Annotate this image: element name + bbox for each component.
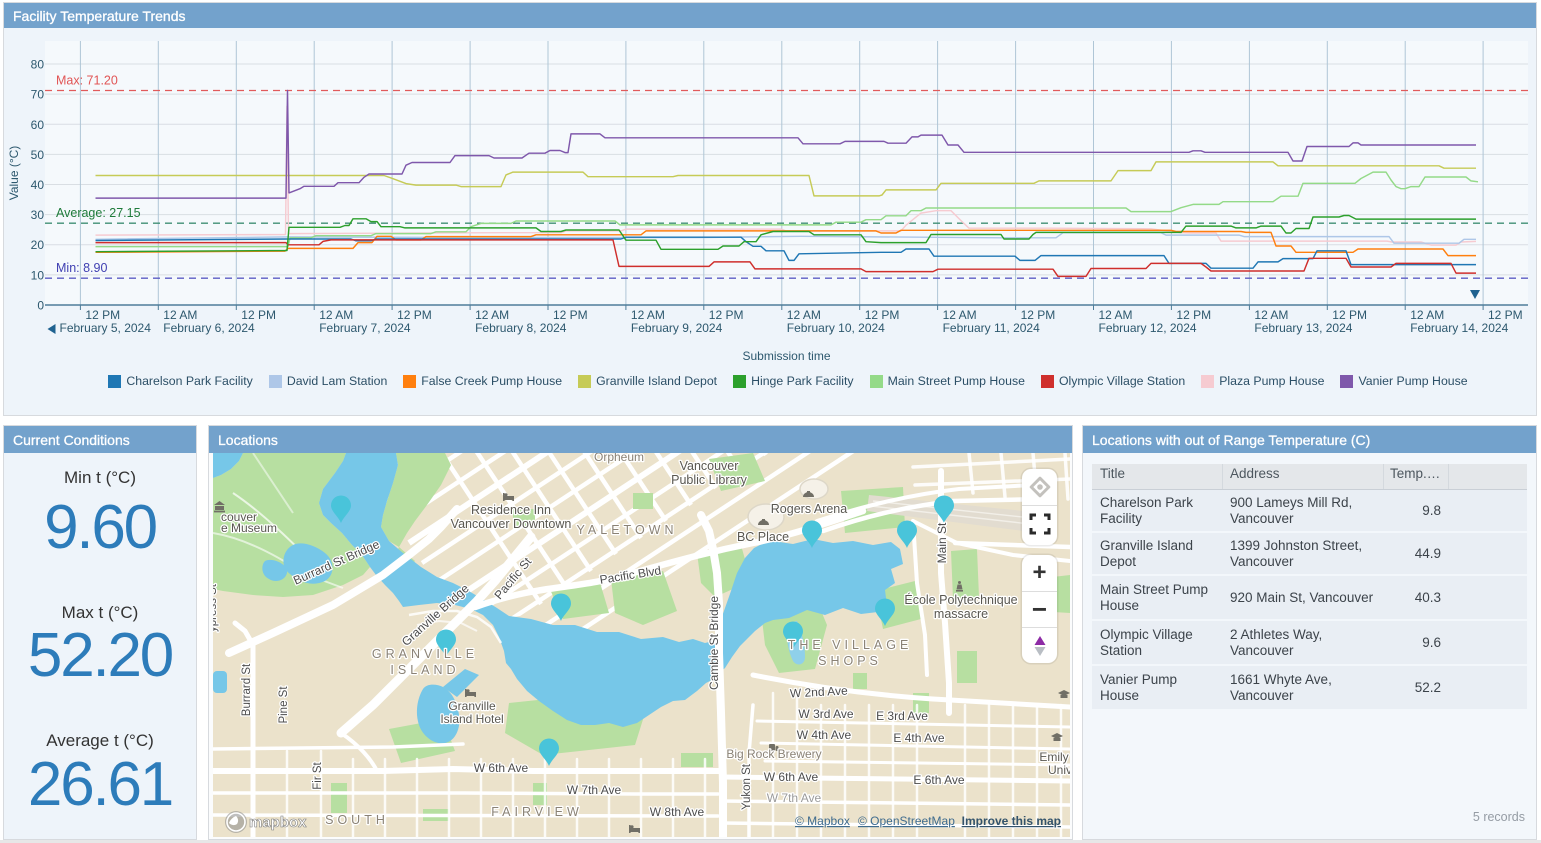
svg-text:Average: 27.15: Average: 27.15 <box>56 206 141 220</box>
svg-text:BC Place: BC Place <box>737 530 789 544</box>
svg-text:SOUTH: SOUTH <box>325 813 389 827</box>
svg-text:Orpheum: Orpheum <box>594 453 644 464</box>
svg-text:ypress St: ypress St <box>213 583 219 632</box>
svg-text:Cambie St Bridge: Cambie St Bridge <box>707 596 721 690</box>
svg-text:Yukon St: Yukon St <box>741 763 753 810</box>
svg-text:February 10, 2024: February 10, 2024 <box>787 321 885 335</box>
svg-text:Pine St: Pine St <box>278 686 290 724</box>
svg-text:February 11, 2024: February 11, 2024 <box>943 321 1040 335</box>
svg-text:80: 80 <box>31 58 45 72</box>
svg-text:Main St: Main St <box>935 522 949 563</box>
svg-text:Residence Inn: Residence Inn <box>471 503 551 517</box>
svg-text:12 PM: 12 PM <box>241 308 276 322</box>
svg-text:massacre: massacre <box>934 607 988 621</box>
svg-text:February 9, 2024: February 9, 2024 <box>631 321 723 335</box>
svg-text:12 AM: 12 AM <box>319 308 353 322</box>
svg-text:Big Rock Brewery: Big Rock Brewery <box>726 747 821 761</box>
svg-text:60: 60 <box>31 118 45 132</box>
svg-text:GRANVILLE: GRANVILLE <box>372 647 478 661</box>
svg-text:Vancouver Downtown: Vancouver Downtown <box>451 517 572 531</box>
svg-text:THE VILLAGE: THE VILLAGE <box>788 638 913 652</box>
svg-text:12 PM: 12 PM <box>85 308 120 322</box>
svg-text:February 8, 2024: February 8, 2024 <box>475 321 567 335</box>
svg-text:W 6th Ave: W 6th Ave <box>764 770 819 784</box>
svg-text:February 7, 2024: February 7, 2024 <box>319 321 411 335</box>
svg-text:W 7th Ave: W 7th Ave <box>767 791 822 805</box>
svg-text:Island Hotel: Island Hotel <box>440 712 503 726</box>
svg-text:SHOPS: SHOPS <box>818 654 882 668</box>
svg-text:W 4th Ave: W 4th Ave <box>797 728 852 742</box>
svg-text:12 AM: 12 AM <box>1099 308 1133 322</box>
svg-text:W 6th Ave: W 6th Ave <box>474 761 529 775</box>
svg-text:0: 0 <box>37 299 44 313</box>
svg-text:12 AM: 12 AM <box>787 308 821 322</box>
svg-text:Emily: Emily <box>1039 750 1068 764</box>
svg-text:Submission time: Submission time <box>742 349 830 363</box>
svg-text:12 AM: 12 AM <box>1410 308 1444 322</box>
svg-text:12 PM: 12 PM <box>1176 308 1211 322</box>
svg-text:École Polytechnique: École Polytechnique <box>904 592 1017 607</box>
svg-text:© Mapbox: © Mapbox <box>795 814 850 828</box>
svg-text:50: 50 <box>31 148 45 162</box>
svg-text:YALETOWN: YALETOWN <box>577 523 678 537</box>
svg-text:Unive: Unive <box>1048 763 1070 777</box>
svg-text:mapbox: mapbox <box>249 814 307 831</box>
svg-text:Value (°C): Value (°C) <box>7 146 21 201</box>
svg-text:ISLAND: ISLAND <box>390 663 459 677</box>
svg-text:Burrard St: Burrard St <box>241 663 253 716</box>
svg-text:Improve this map: Improve this map <box>962 814 1061 828</box>
svg-text:12 AM: 12 AM <box>631 308 665 322</box>
svg-text:12 PM: 12 PM <box>1488 308 1523 322</box>
svg-text:W 7th Ave: W 7th Ave <box>567 783 622 797</box>
svg-text:Fir St: Fir St <box>312 761 324 789</box>
svg-text:12 PM: 12 PM <box>865 308 900 322</box>
svg-text:© OpenStreetMap: © OpenStreetMap <box>858 814 955 828</box>
svg-text:February 12, 2024: February 12, 2024 <box>1099 321 1197 335</box>
svg-text:e Museum: e Museum <box>221 521 277 535</box>
svg-text:10: 10 <box>31 268 45 282</box>
svg-text:February 13, 2024: February 13, 2024 <box>1254 321 1352 335</box>
svg-text:FAIRVIEW: FAIRVIEW <box>491 805 583 819</box>
svg-text:12 PM: 12 PM <box>1021 308 1056 322</box>
svg-text:70: 70 <box>31 88 45 102</box>
svg-text:E 3rd Ave: E 3rd Ave <box>876 709 928 723</box>
svg-text:30: 30 <box>31 208 45 222</box>
svg-text:Public Library: Public Library <box>671 473 747 487</box>
svg-text:February 14, 2024: February 14, 2024 <box>1410 321 1508 335</box>
svg-text:Min: 8.90: Min: 8.90 <box>56 261 107 275</box>
svg-text:40: 40 <box>31 178 45 192</box>
svg-text:Granville: Granville <box>448 699 496 713</box>
svg-text:W 3rd Ave: W 3rd Ave <box>798 707 853 721</box>
svg-text:Vancouver: Vancouver <box>680 459 739 473</box>
svg-text:12 AM: 12 AM <box>1254 308 1288 322</box>
svg-text:Max: 71.20: Max: 71.20 <box>56 74 118 88</box>
svg-text:E 6th Ave: E 6th Ave <box>913 773 964 787</box>
svg-text:E 4th Ave: E 4th Ave <box>893 731 944 745</box>
svg-text:February 6, 2024: February 6, 2024 <box>163 321 255 335</box>
svg-text:12 PM: 12 PM <box>1332 308 1367 322</box>
svg-text:12 PM: 12 PM <box>709 308 744 322</box>
svg-text:12 PM: 12 PM <box>397 308 432 322</box>
svg-text:12 AM: 12 AM <box>475 308 509 322</box>
svg-text:12 AM: 12 AM <box>943 308 977 322</box>
svg-text:W 8th Ave: W 8th Ave <box>650 805 705 819</box>
svg-text:12 PM: 12 PM <box>553 308 588 322</box>
svg-text:20: 20 <box>31 238 45 252</box>
svg-text:February 5, 2024: February 5, 2024 <box>60 321 152 335</box>
svg-text:12 AM: 12 AM <box>163 308 197 322</box>
svg-text:Rogers Arena: Rogers Arena <box>771 502 847 516</box>
